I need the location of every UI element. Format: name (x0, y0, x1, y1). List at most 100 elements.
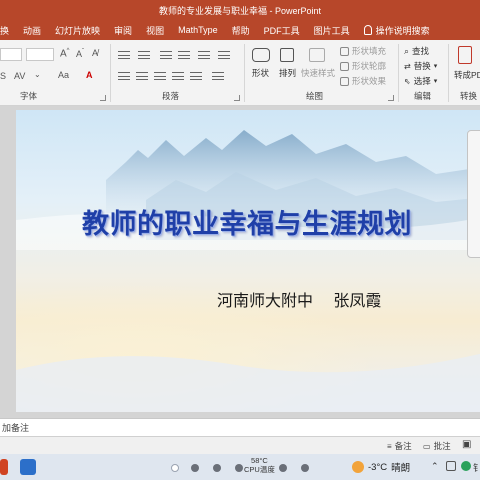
grow-font-icon[interactable]: A^ (60, 48, 70, 59)
weather-widget[interactable]: -3°C 晴朗 (352, 460, 410, 474)
tab-transitions[interactable]: 换 (0, 20, 16, 40)
pdf-icon[interactable] (458, 46, 472, 64)
page-dot-6[interactable] (301, 464, 309, 472)
slide-subtitle[interactable]: 河南师大附中 张凤霞 (217, 287, 381, 311)
notes-pane[interactable]: 加备注 (0, 418, 480, 436)
decrease-indent-icon[interactable] (160, 51, 172, 59)
cpu-temperature-widget[interactable]: 58°C CPU温度 (244, 456, 275, 474)
page-dot-1[interactable] (171, 464, 179, 472)
sun-icon (352, 461, 364, 473)
weather-temp: -3°C (368, 461, 388, 473)
numbering-icon[interactable] (138, 51, 150, 59)
align-left-icon[interactable] (118, 72, 130, 80)
tab-picture-tools[interactable]: 图片工具 (307, 20, 357, 40)
drawing-launcher-icon[interactable] (388, 95, 394, 101)
quick-styles-label[interactable]: 快速样式 (301, 67, 335, 79)
normal-view-icon[interactable]: ▣ (462, 439, 471, 450)
tab-slideshow[interactable]: 幻灯片放映 (48, 20, 107, 40)
justify-icon[interactable] (172, 72, 184, 80)
page-dot-3[interactable] (213, 464, 221, 472)
shape-effects-label: 形状效果 (352, 76, 387, 86)
wechat-tray-icon[interactable] (461, 461, 471, 471)
effects-icon (340, 76, 349, 86)
group-font-label: 字体 (20, 91, 38, 101)
group-editing-label: 编辑 (414, 91, 432, 101)
tab-review[interactable]: 审阅 (107, 20, 139, 40)
arrange-button-label[interactable]: 排列 (279, 67, 296, 79)
chevron-down-icon: ▾ (433, 78, 438, 85)
to-pdf-label[interactable]: 转成PDF (454, 69, 480, 81)
weather-desc: 晴朗 (391, 463, 411, 474)
align-center-icon[interactable] (136, 72, 148, 80)
select-button[interactable]: ⇖ 选择 ▾ (404, 75, 437, 87)
tray-overflow-text: 钅 (473, 463, 480, 473)
page-dot-2[interactable] (191, 464, 199, 472)
shape-outline-button[interactable]: 形状轮廓 (340, 60, 386, 72)
notes-icon: ≡ (387, 441, 392, 451)
tab-help[interactable]: 帮助 (225, 20, 257, 40)
notes-toggle-button[interactable]: ≡ 备注 (387, 440, 412, 452)
line-spacing-icon[interactable] (198, 51, 210, 59)
tell-me-search[interactable]: 操作说明搜索 (357, 20, 437, 40)
shape-outline-label: 形状轮廓 (352, 61, 387, 71)
paragraph-launcher-icon[interactable] (234, 95, 240, 101)
tray-app-icon[interactable] (446, 461, 456, 471)
shape-effects-button[interactable]: 形状效果 (340, 75, 386, 87)
ribbon-tabs: 换 动画 幻灯片放映 审阅 视图 MathType 帮助 PDF工具 图片工具 … (0, 20, 480, 40)
find-label: 查找 (412, 46, 430, 56)
tab-mathtype[interactable]: MathType (171, 20, 225, 40)
mountain-landscape-image (16, 130, 480, 412)
replace-label: 替换 (413, 61, 431, 71)
comment-icon: ▭ (423, 441, 431, 451)
text-direction-icon[interactable] (218, 51, 230, 59)
cpu-temp-label: CPU温度 (244, 465, 275, 474)
page-dot-5[interactable] (279, 464, 287, 472)
shrink-font-icon[interactable]: Aˇ (76, 49, 84, 59)
taskbar: 58°C CPU温度 -3°C 晴朗 ⌃ 钅 (0, 454, 480, 480)
bullets-icon[interactable] (118, 51, 130, 59)
slide-canvas[interactable]: 教师的职业幸福与生涯规划 河南师大附中 张凤霞 (16, 110, 480, 412)
shapes-icon[interactable] (252, 48, 270, 62)
font-name-box[interactable] (0, 48, 22, 61)
clear-format-icon[interactable]: A̸ (92, 48, 98, 58)
shape-fill-label: 形状填充 (352, 46, 387, 56)
tab-animations[interactable]: 动画 (16, 20, 48, 40)
increase-indent-icon[interactable] (178, 51, 190, 59)
window-title: 教师的专业发展与职业幸福 - PowerPoint (158, 5, 322, 16)
comments-button[interactable]: ▭ 批注 (423, 440, 451, 452)
meeting-app-icon[interactable] (20, 459, 36, 475)
arrange-icon[interactable] (280, 48, 294, 62)
strikethrough-icon[interactable]: S (0, 71, 6, 81)
lightbulb-icon (363, 25, 372, 35)
slide-title[interactable]: 教师的职业幸福与生涯规划 (82, 202, 412, 241)
replace-icon: ⇄ (404, 61, 411, 71)
shape-fill-button[interactable]: 形状填充 (340, 45, 386, 57)
columns-icon[interactable] (212, 72, 224, 80)
notes-placeholder: 加备注 (2, 423, 30, 433)
distributed-icon[interactable] (190, 72, 202, 80)
shapes-button-label[interactable]: 形状 (252, 67, 269, 79)
quick-styles-icon[interactable] (309, 48, 325, 62)
char-spacing-icon[interactable]: AV (14, 71, 25, 81)
font-launcher-icon[interactable] (100, 95, 106, 101)
page-dot-4[interactable] (235, 464, 243, 472)
spacing-dropdown-icon[interactable]: ⌄ (34, 70, 41, 79)
floating-side-panel[interactable] (467, 130, 480, 258)
tab-view[interactable]: 视图 (139, 20, 171, 40)
chevron-down-icon: ▾ (433, 63, 438, 70)
replace-button[interactable]: ⇄ 替换 ▾ (404, 60, 437, 72)
cpu-temp-value: 58°C (251, 456, 268, 465)
pen-icon (340, 61, 349, 71)
chevron-up-icon[interactable]: ⌃ (431, 461, 439, 472)
group-convert-label: 转换 (460, 91, 478, 101)
find-button[interactable]: ⌕ 查找 (404, 45, 429, 57)
font-color-icon[interactable]: A (86, 70, 93, 80)
comments-label: 批注 (433, 441, 451, 451)
tab-pdf-tools[interactable]: PDF工具 (257, 20, 307, 40)
align-right-icon[interactable] (154, 72, 166, 80)
powerpoint-app-icon[interactable] (0, 459, 8, 475)
change-case-icon[interactable]: Aa (58, 70, 69, 80)
group-paragraph-label: 段落 (162, 91, 180, 101)
font-size-box[interactable] (26, 48, 54, 61)
ribbon: A^ Aˇ A̸ S AV ⌄ Aa A 字体 段落 形状 排列 快速样式 形状… (0, 40, 480, 106)
